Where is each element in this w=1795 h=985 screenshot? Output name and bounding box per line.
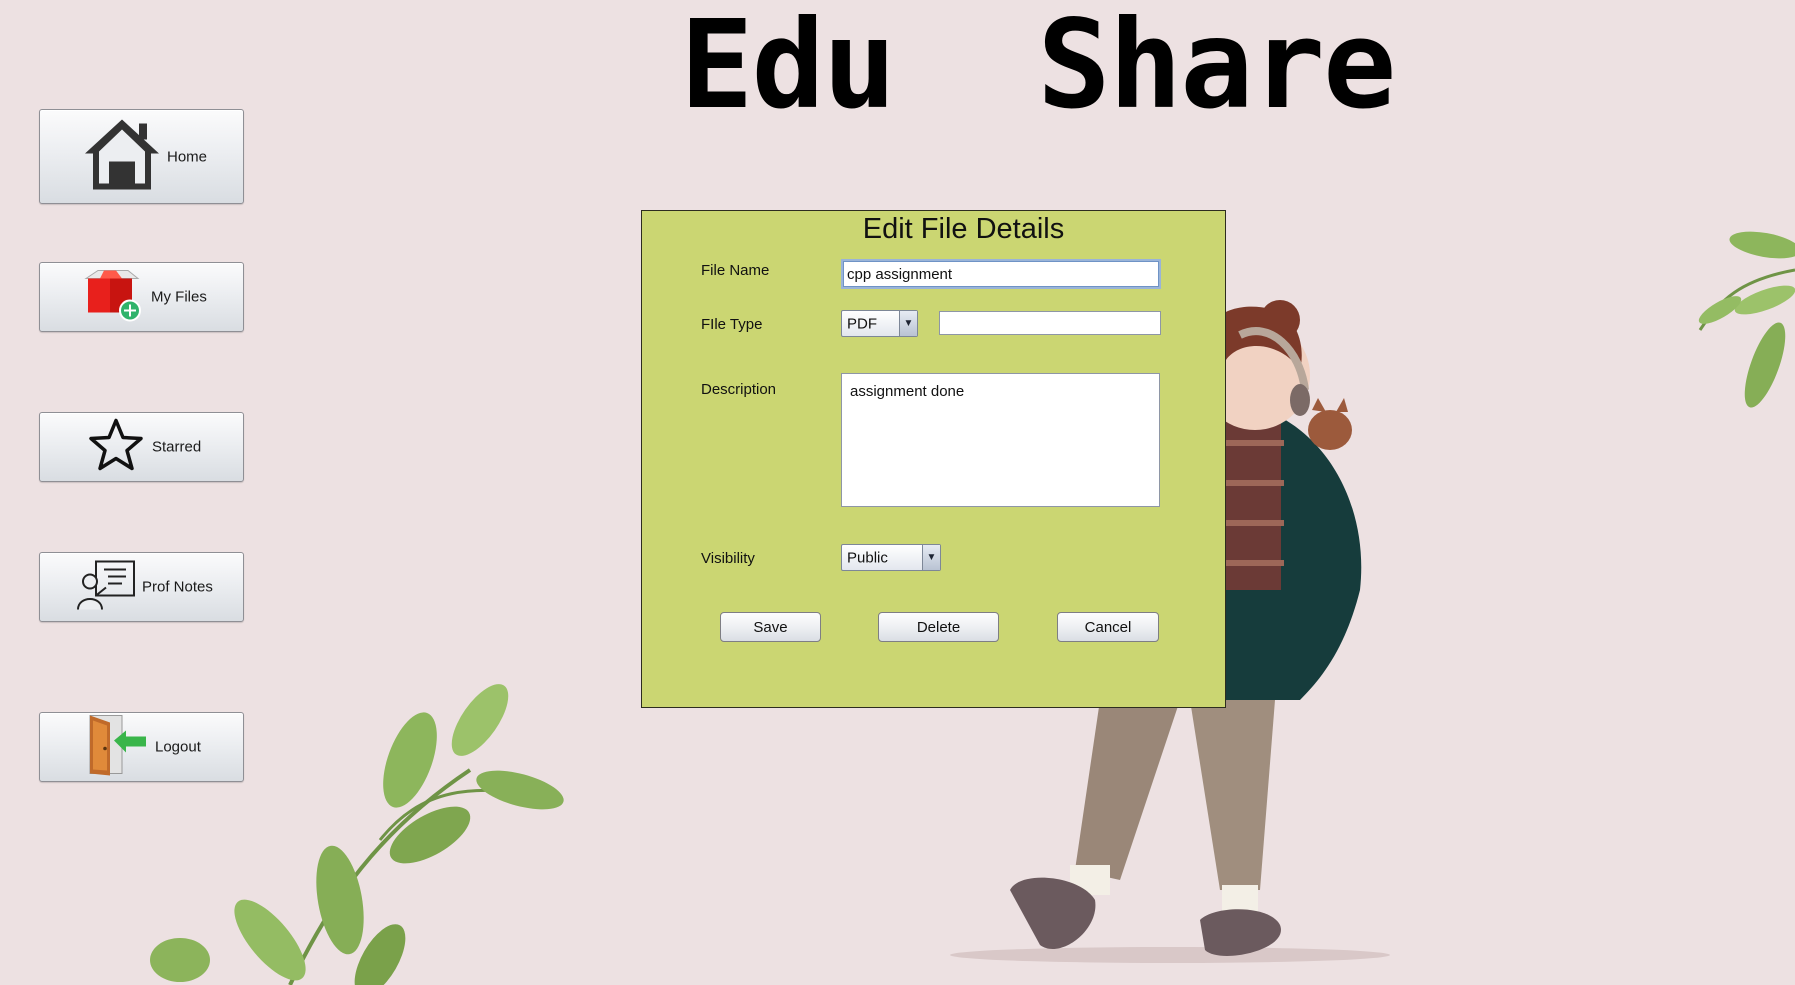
prof-notes-icon [76,558,136,617]
app-title: Edu Share [680,0,1397,136]
visibility-select[interactable]: Public ▼ [841,544,941,571]
sidebar-item-starred[interactable]: Starred [39,412,244,482]
sidebar-item-label: My Files [151,288,207,306]
dropdown-arrow-icon[interactable]: ▼ [922,545,940,570]
file-name-label: File Name [701,262,770,279]
dialog-title: Edit File Details [862,213,1065,245]
file-name-input[interactable] [841,259,1161,289]
sidebar-item-label: Home [167,148,208,165]
save-button[interactable]: Save [720,612,821,642]
file-type-extra-input[interactable] [939,311,1161,335]
sidebar-item-logout[interactable]: Logout [39,712,244,782]
sidebar-item-home[interactable]: Home [39,109,244,204]
dropdown-arrow-icon[interactable]: ▼ [899,311,917,336]
sidebar-item-label: Prof Notes [142,578,213,596]
sidebar-item-label: Starred [152,438,202,456]
cancel-button[interactable]: Cancel [1057,612,1159,642]
visibility-label: Visibility [701,550,755,567]
edit-file-dialog: Edit File Details File Name FIle Type PD… [641,210,1226,708]
sidebar-item-prof-notes[interactable]: Prof Notes [39,552,244,622]
star-icon [88,418,144,477]
file-type-label: FIle Type [701,316,763,333]
delete-button[interactable]: Delete [878,612,999,642]
home-icon [81,115,163,198]
visibility-selected-value: Public [847,549,888,566]
description-label: Description [701,381,777,398]
sidebar-item-label: Logout [155,738,201,756]
sidebar-item-my-files[interactable]: My Files [39,262,244,332]
file-type-select[interactable]: PDF ▼ [841,310,918,337]
leaf-branch-decoration [1698,231,1795,408]
description-textarea[interactable]: assignment done [841,373,1160,507]
file-type-selected-value: PDF [847,315,877,332]
logout-door-icon [86,713,148,782]
my-files-icon [82,267,144,328]
